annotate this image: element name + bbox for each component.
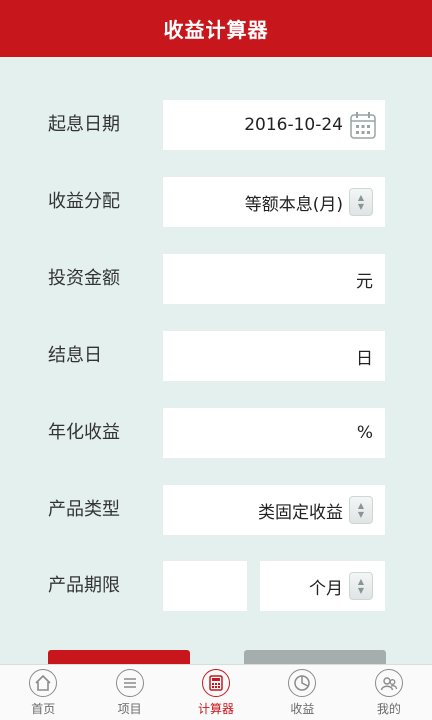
tab-home-label: 首页 bbox=[31, 701, 56, 716]
start-date-label: 起息日期 bbox=[48, 114, 120, 135]
amount-input[interactable]: 元 bbox=[162, 253, 386, 305]
calculator-icon bbox=[202, 668, 231, 697]
bottom-tab-bar: 首页 项目 计算器 收益 我的 bbox=[0, 664, 432, 720]
tab-earnings-label: 收益 bbox=[290, 701, 315, 716]
term-unit: 个月 bbox=[309, 578, 343, 599]
settle-day-row: 结息日 日 bbox=[0, 330, 432, 382]
annual-yield-row: 年化收益 % bbox=[0, 407, 432, 459]
tab-projects[interactable]: 项目 bbox=[86, 665, 172, 720]
amount-unit: 元 bbox=[356, 271, 373, 292]
tab-home[interactable]: 首页 bbox=[0, 665, 86, 720]
home-icon bbox=[29, 668, 58, 697]
distribution-select[interactable]: 等额本息(月) ▲ ▼ bbox=[162, 176, 386, 228]
distribution-value: 等额本息(月) bbox=[244, 194, 343, 215]
tab-earnings[interactable]: 收益 bbox=[259, 665, 345, 720]
spinner-icon[interactable]: ▲ ▼ bbox=[349, 188, 373, 216]
start-date-field[interactable]: 2016-10-24 bbox=[162, 99, 386, 151]
tab-mine-label: 我的 bbox=[376, 701, 401, 716]
page-title: 收益计算器 bbox=[163, 18, 269, 42]
start-date-row: 起息日期 2016-10-24 bbox=[0, 99, 432, 151]
amount-label: 投资金额 bbox=[48, 268, 120, 289]
spinner-icon[interactable]: ▲ ▼ bbox=[349, 572, 373, 600]
user-icon bbox=[374, 668, 403, 697]
distribution-label: 收益分配 bbox=[48, 191, 120, 212]
app-header: 收益计算器 bbox=[0, 0, 432, 57]
term-row: 产品期限 个月 ▲ ▼ bbox=[0, 560, 432, 612]
term-input[interactable] bbox=[162, 560, 248, 612]
term-label: 产品期限 bbox=[48, 575, 120, 596]
distribution-row: 收益分配 等额本息(月) ▲ ▼ bbox=[0, 176, 432, 228]
tab-calculator[interactable]: 计算器 bbox=[173, 665, 259, 720]
product-type-label: 产品类型 bbox=[48, 499, 120, 520]
tab-calculator-label: 计算器 bbox=[198, 701, 235, 716]
pie-chart-icon bbox=[288, 668, 317, 697]
annual-yield-unit: % bbox=[356, 423, 373, 443]
settle-day-input[interactable]: 日 bbox=[162, 330, 386, 382]
term-unit-select[interactable]: 个月 ▲ ▼ bbox=[259, 560, 386, 612]
spinner-icon[interactable]: ▲ ▼ bbox=[349, 496, 373, 524]
list-icon bbox=[115, 668, 144, 697]
annual-yield-input[interactable]: % bbox=[162, 407, 386, 459]
settle-day-label: 结息日 bbox=[48, 345, 102, 366]
product-type-select[interactable]: 类固定收益 ▲ ▼ bbox=[162, 484, 386, 536]
calendar-icon[interactable] bbox=[349, 110, 377, 140]
product-type-row: 产品类型 类固定收益 ▲ ▼ bbox=[0, 484, 432, 536]
tab-projects-label: 项目 bbox=[117, 701, 142, 716]
annual-yield-label: 年化收益 bbox=[48, 422, 120, 443]
start-date-value: 2016-10-24 bbox=[244, 115, 343, 135]
product-type-value: 类固定收益 bbox=[258, 502, 343, 523]
amount-row: 投资金额 元 bbox=[0, 253, 432, 305]
settle-day-unit: 日 bbox=[356, 348, 373, 369]
tab-mine[interactable]: 我的 bbox=[346, 665, 432, 720]
